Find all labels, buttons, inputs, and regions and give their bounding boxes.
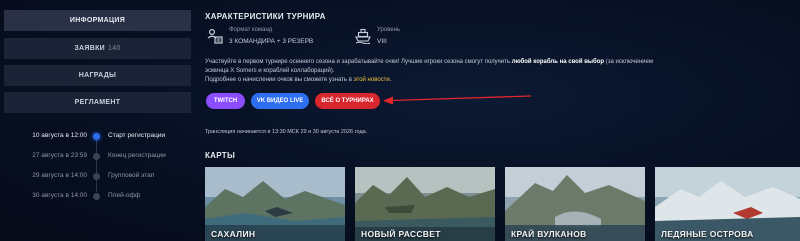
nav-tab-applications[interactable]: Заявки 140 xyxy=(4,38,191,59)
timeline-dot-active xyxy=(93,133,100,140)
map-name: Край вулканов xyxy=(511,229,587,239)
tournament-timeline: 10 августа в 12:00 Старт регистрации 27 … xyxy=(0,128,195,200)
map-card[interactable]: Ледяные острова xyxy=(655,167,800,241)
timeline-step: 30 августа в 14:00 Плей-офф xyxy=(0,190,195,202)
timeline-label: Старт регистрации xyxy=(108,132,166,139)
twitch-button[interactable]: Twitch xyxy=(206,93,245,109)
info-label: Формат команд xyxy=(229,27,273,33)
description-text: Участвуйте в первом турнире осеннего сез… xyxy=(205,59,512,65)
info-label: Уровень xyxy=(377,27,401,33)
map-name: Сахалин xyxy=(211,229,256,239)
team-format-icon xyxy=(207,28,223,44)
info-value: 3 командира + 3 резерв xyxy=(229,38,314,45)
map-name: Новый рассвет xyxy=(361,229,441,239)
timeline-step: 10 августа в 12:00 Старт регистрации xyxy=(0,130,195,142)
news-link[interactable]: этой новости xyxy=(354,77,390,83)
map-name: Ледяные острова xyxy=(661,229,754,239)
stream-schedule-note: Трансляция начинается в 13:30 МСК 29 и 3… xyxy=(205,129,368,135)
nav-tab-label: Заявки xyxy=(74,45,106,52)
vk-video-button[interactable]: VK Видео Live xyxy=(251,93,309,109)
timeline-step: 29 августа в 14:00 Групповой этап xyxy=(0,170,195,182)
info-team-format: Формат команд 3 командира + 3 резерв xyxy=(207,26,347,52)
timeline-dot xyxy=(93,173,100,180)
timeline-label: Плей-офф xyxy=(108,192,141,199)
nav-tab-label: Награды xyxy=(78,72,117,79)
map-card[interactable]: Новый рассвет xyxy=(355,167,495,241)
timeline-line xyxy=(96,136,97,192)
ship-icon xyxy=(355,28,371,44)
nav-tab-info[interactable]: Информация xyxy=(4,10,191,31)
timeline-date: 27 августа в 23:59 xyxy=(32,152,87,159)
nav-tab-rules[interactable]: Регламент xyxy=(4,92,191,113)
timeline-dot xyxy=(93,153,100,160)
map-card[interactable]: Сахалин xyxy=(205,167,345,241)
timeline-label: Конец регистрации xyxy=(108,152,166,159)
timeline-dot xyxy=(93,193,100,200)
info-level: Уровень VIII xyxy=(355,26,455,52)
timeline-date: 10 августа в 12:00 xyxy=(32,132,87,139)
nav-tab-rewards[interactable]: Награды xyxy=(4,65,191,86)
timeline-step: 27 августа в 23:59 Конец регистрации xyxy=(0,150,195,162)
tournament-description: Участвуйте в первом турнире осеннего сез… xyxy=(205,58,675,85)
pointer-arrow-icon xyxy=(383,95,532,105)
description-text: . xyxy=(389,77,392,83)
info-value: VIII xyxy=(377,38,387,45)
timeline-date: 29 августа в 14:00 xyxy=(32,172,87,179)
all-tournaments-button[interactable]: Всё о турнирах xyxy=(315,93,380,109)
map-card[interactable]: Край вулканов xyxy=(505,167,645,241)
timeline-label: Групповой этап xyxy=(108,172,155,179)
section-title-characteristics: Характеристики турнира xyxy=(205,12,326,21)
description-text: Подробнее о начислении очков вы сможете … xyxy=(205,77,354,83)
applications-count: 140 xyxy=(108,45,121,52)
nav-tab-label: Информация xyxy=(69,17,126,24)
section-title-maps: Карты xyxy=(205,151,236,160)
nav-tab-label: Регламент xyxy=(74,99,121,106)
timeline-date: 30 августа в 14:00 xyxy=(32,192,87,199)
description-highlight: любой корабль на свой выбор xyxy=(511,59,605,65)
